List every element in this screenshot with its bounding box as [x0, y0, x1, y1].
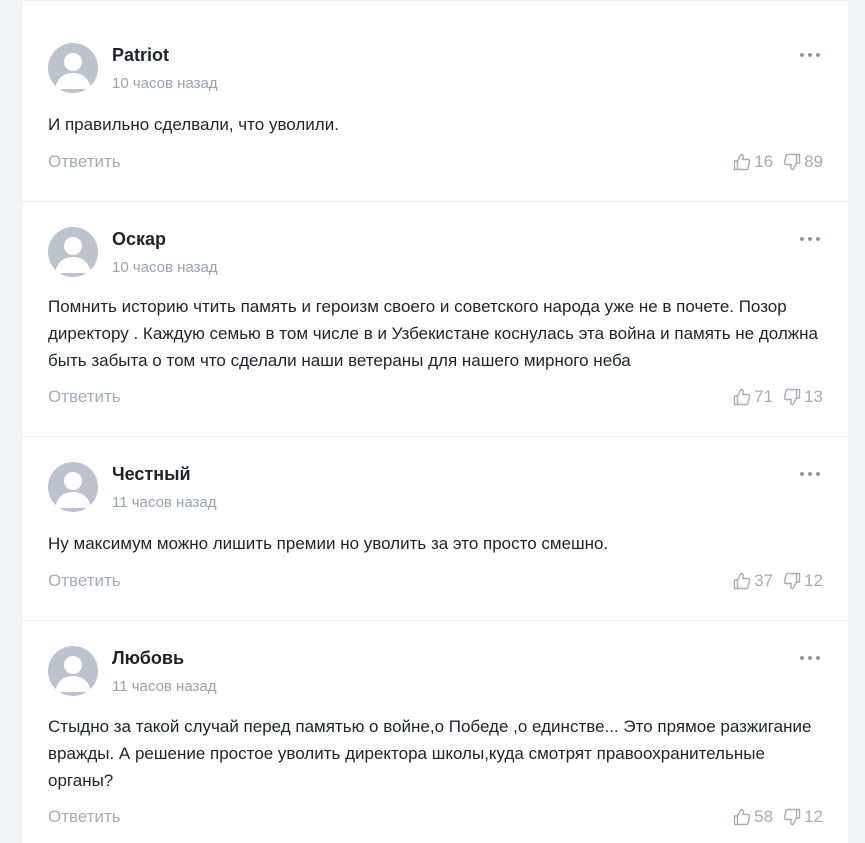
- reply-button[interactable]: Ответить: [48, 387, 121, 407]
- comment-item: Patriot 10 часов назад И правильно сделв…: [23, 17, 848, 202]
- comment-text: И правильно сделвали, что уволили.: [48, 115, 339, 134]
- more-dots-icon[interactable]: [799, 463, 823, 483]
- comment-item: Любовь 11 часов назад Стыдно за такой сл…: [23, 620, 848, 843]
- comment-text: Ну максимум можно лишить премии но уволи…: [48, 534, 609, 553]
- thumbs-down-icon: [783, 388, 801, 406]
- like-count: 37: [754, 571, 774, 590]
- dislike-count: 13: [804, 387, 823, 406]
- more-dots-icon[interactable]: [799, 647, 823, 667]
- comment-time: 11 часов назад: [112, 494, 217, 511]
- like-count: 71: [754, 387, 774, 406]
- dislike-button[interactable]: 12: [783, 807, 823, 827]
- comment-item: Оскар 10 часов назад Помнить историю чти…: [23, 201, 848, 437]
- dislike-button[interactable]: 89: [783, 152, 823, 172]
- user-silhouette-icon: [55, 656, 91, 692]
- thumbs-up-icon: [733, 808, 751, 826]
- vote-controls: 71 13: [733, 387, 823, 407]
- avatar[interactable]: [48, 227, 98, 277]
- user-silhouette-icon: [55, 472, 91, 508]
- comment-author[interactable]: Patriot: [112, 45, 169, 66]
- comment-time: 10 часов назад: [112, 75, 218, 92]
- like-button[interactable]: 37: [733, 571, 773, 591]
- comment-author[interactable]: Любовь: [112, 648, 184, 669]
- like-button[interactable]: 71: [733, 387, 773, 407]
- dislike-count: 12: [804, 807, 823, 826]
- thumbs-down-icon: [783, 572, 801, 590]
- like-count: 16: [754, 152, 774, 171]
- thumbs-up-icon: [733, 153, 751, 171]
- avatar[interactable]: [48, 43, 98, 93]
- dislike-button[interactable]: 13: [783, 387, 823, 407]
- reply-button[interactable]: Ответить: [48, 571, 121, 591]
- user-silhouette-icon: [55, 53, 91, 89]
- more-dots-icon[interactable]: [799, 228, 823, 248]
- vote-controls: 58 12: [733, 807, 823, 827]
- reply-button[interactable]: Ответить: [48, 152, 121, 172]
- avatar[interactable]: [48, 646, 98, 696]
- comments-feed: Patriot 10 часов назад И правильно сделв…: [23, 0, 848, 843]
- comment-text: Стыдно за такой случай перед памятью о в…: [48, 717, 812, 790]
- thumbs-up-icon: [733, 572, 751, 590]
- like-button[interactable]: 16: [733, 152, 773, 172]
- vote-controls: 16 89: [733, 152, 823, 172]
- vote-controls: 37 12: [733, 571, 823, 591]
- like-button[interactable]: 58: [733, 807, 773, 827]
- like-count: 58: [754, 807, 774, 826]
- thumbs-down-icon: [783, 153, 801, 171]
- dislike-count: 12: [804, 571, 823, 590]
- comment-time: 11 часов назад: [112, 678, 217, 695]
- comment-text: Помнить историю чтить память и героизм с…: [48, 297, 818, 370]
- reply-button[interactable]: Ответить: [48, 807, 121, 827]
- thumbs-up-icon: [733, 388, 751, 406]
- user-silhouette-icon: [55, 237, 91, 273]
- comment-time: 10 часов назад: [112, 259, 218, 276]
- dislike-count: 89: [804, 152, 823, 171]
- dislike-button[interactable]: 12: [783, 571, 823, 591]
- avatar[interactable]: [48, 462, 98, 512]
- comment-author[interactable]: Оскар: [112, 229, 166, 250]
- thumbs-down-icon: [783, 808, 801, 826]
- comment-item: Честный 11 часов назад Ну максимум можно…: [23, 436, 848, 621]
- more-dots-icon[interactable]: [799, 44, 823, 64]
- comment-author[interactable]: Честный: [112, 464, 191, 485]
